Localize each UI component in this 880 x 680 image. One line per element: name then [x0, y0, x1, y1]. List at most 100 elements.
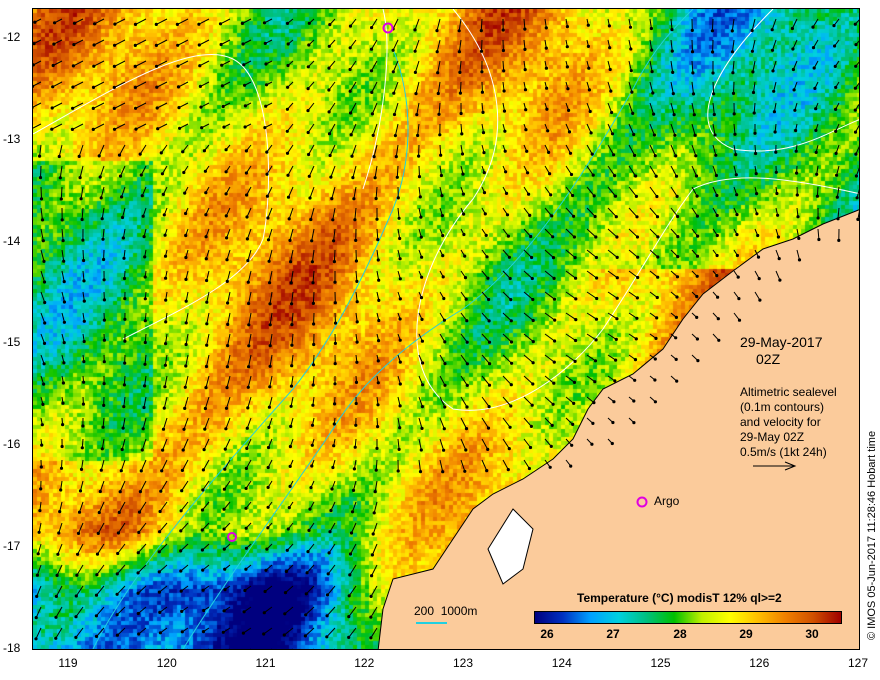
velocity-arrow-head — [545, 86, 549, 90]
velocity-arrow — [523, 270, 533, 279]
velocity-arrow — [711, 18, 714, 31]
velocity-arrow-head — [268, 344, 272, 348]
velocity-arrow-head — [676, 214, 680, 219]
velocity-arrow-head — [72, 43, 76, 47]
velocity-arrow-head — [567, 130, 572, 134]
velocity-arrow — [691, 39, 693, 52]
velocity-arrow-head — [205, 343, 209, 347]
velocity-arrow — [93, 123, 105, 130]
velocity-arrow-head — [691, 71, 695, 75]
velocity-arrow-head — [397, 216, 401, 220]
y-tick-label: -17 — [3, 539, 21, 553]
velocity-arrow-head — [371, 133, 375, 137]
velocity-arrow-head — [221, 104, 225, 109]
velocity-arrow — [268, 249, 273, 262]
velocity-arrow-head — [613, 379, 617, 383]
velocity-arrow — [177, 60, 189, 67]
velocity-arrow-head — [40, 443, 44, 447]
velocity-arrow — [121, 438, 126, 450]
velocity-arrow-head — [354, 259, 358, 263]
velocity-arrow-head — [350, 154, 354, 158]
x-tick-label: 127 — [847, 656, 869, 670]
velocity-arrow — [670, 81, 674, 94]
velocity-arrow-head — [53, 21, 57, 25]
velocity-arrow-head — [102, 278, 106, 282]
velocity-arrow — [79, 165, 84, 178]
velocity-arrow-head — [812, 66, 816, 70]
velocity-arrow-head — [633, 153, 637, 157]
velocity-arrow-head — [161, 427, 166, 431]
velocity-arrow-head — [264, 83, 269, 87]
velocity-arrow-head — [608, 67, 612, 72]
velocity-arrow — [691, 81, 694, 94]
velocity-arrow-head — [244, 506, 248, 510]
velocity-arrow-head — [59, 488, 63, 492]
velocity-arrow-head — [853, 130, 858, 134]
velocity-arrow-head — [651, 91, 655, 95]
velocity-arrow-head — [155, 85, 159, 89]
velocity-arrow-head — [481, 131, 486, 135]
velocity-arrow-head — [588, 109, 592, 114]
velocity-arrow-head — [633, 358, 638, 362]
velocity-arrow-head — [551, 402, 555, 406]
velocity-arrow-head — [372, 155, 376, 159]
velocity-arrow-head — [143, 384, 147, 388]
velocity-arrow — [544, 396, 554, 405]
velocity-arrow-head — [54, 636, 58, 640]
velocity-arrow — [392, 18, 399, 30]
velocity-arrow — [135, 60, 147, 67]
velocity-arrow — [312, 270, 315, 283]
velocity-arrow-head — [332, 444, 336, 448]
argo-float-marker[interactable] — [227, 532, 237, 542]
velocity-arrow-head — [609, 89, 613, 93]
velocity-arrow-head — [531, 318, 535, 323]
velocity-arrow-head — [755, 192, 759, 196]
velocity-arrow-head — [486, 447, 490, 451]
velocity-arrow-head — [158, 509, 162, 514]
contour — [707, 9, 859, 152]
velocity-arrow — [291, 354, 294, 366]
velocity-arrow — [481, 354, 490, 365]
velocity-arrow-head — [656, 255, 660, 259]
velocity-arrow-head — [263, 589, 267, 594]
velocity-arrow-head — [715, 233, 719, 238]
velocity-arrow — [732, 60, 735, 73]
argo-label: Argo — [654, 494, 680, 508]
velocity-arrow-head — [417, 154, 421, 158]
velocity-arrow-head — [100, 217, 104, 221]
velocity-arrow — [183, 417, 189, 430]
velocity-arrow-head — [264, 62, 268, 66]
velocity-arrow-head — [180, 630, 184, 634]
velocity-arrow-head — [40, 218, 45, 222]
velocity-arrow-head — [204, 257, 208, 261]
velocity-arrow — [439, 459, 444, 472]
velocity-arrow-head — [777, 257, 781, 261]
velocity-arrow-head — [92, 43, 96, 47]
velocity-arrow-head — [792, 88, 796, 92]
description-block: Altimetric sealevel (0.1m contours) and … — [740, 385, 837, 460]
velocity-arrow — [135, 81, 147, 88]
velocity-arrow-head — [715, 213, 719, 218]
velocity-arrow-head — [97, 510, 101, 515]
velocity-arrow-head — [98, 175, 102, 179]
velocity-arrow — [185, 333, 189, 345]
velocity-arrow-head — [417, 175, 422, 179]
velocity-arrow-head — [419, 296, 424, 300]
velocity-arrow-head — [369, 615, 373, 619]
velocity-arrow — [392, 39, 399, 51]
velocity-arrow — [670, 102, 675, 115]
velocity-arrow-head — [264, 568, 268, 572]
velocity-arrow-head — [653, 154, 657, 158]
argo-float-marker[interactable] — [382, 22, 394, 34]
velocity-arrow — [116, 585, 126, 595]
velocity-arrow-head — [175, 22, 179, 26]
velocity-arrow-head — [398, 297, 402, 301]
velocity-arrow — [119, 480, 126, 492]
velocity-arrow-head — [115, 572, 119, 576]
velocity-arrow-head — [553, 318, 557, 322]
velocity-arrow-head — [82, 360, 86, 364]
velocity-arrow — [370, 627, 378, 639]
velocity-arrow — [181, 459, 189, 471]
velocity-arrow-head — [204, 213, 208, 217]
velocity-arrow-head — [220, 63, 224, 67]
